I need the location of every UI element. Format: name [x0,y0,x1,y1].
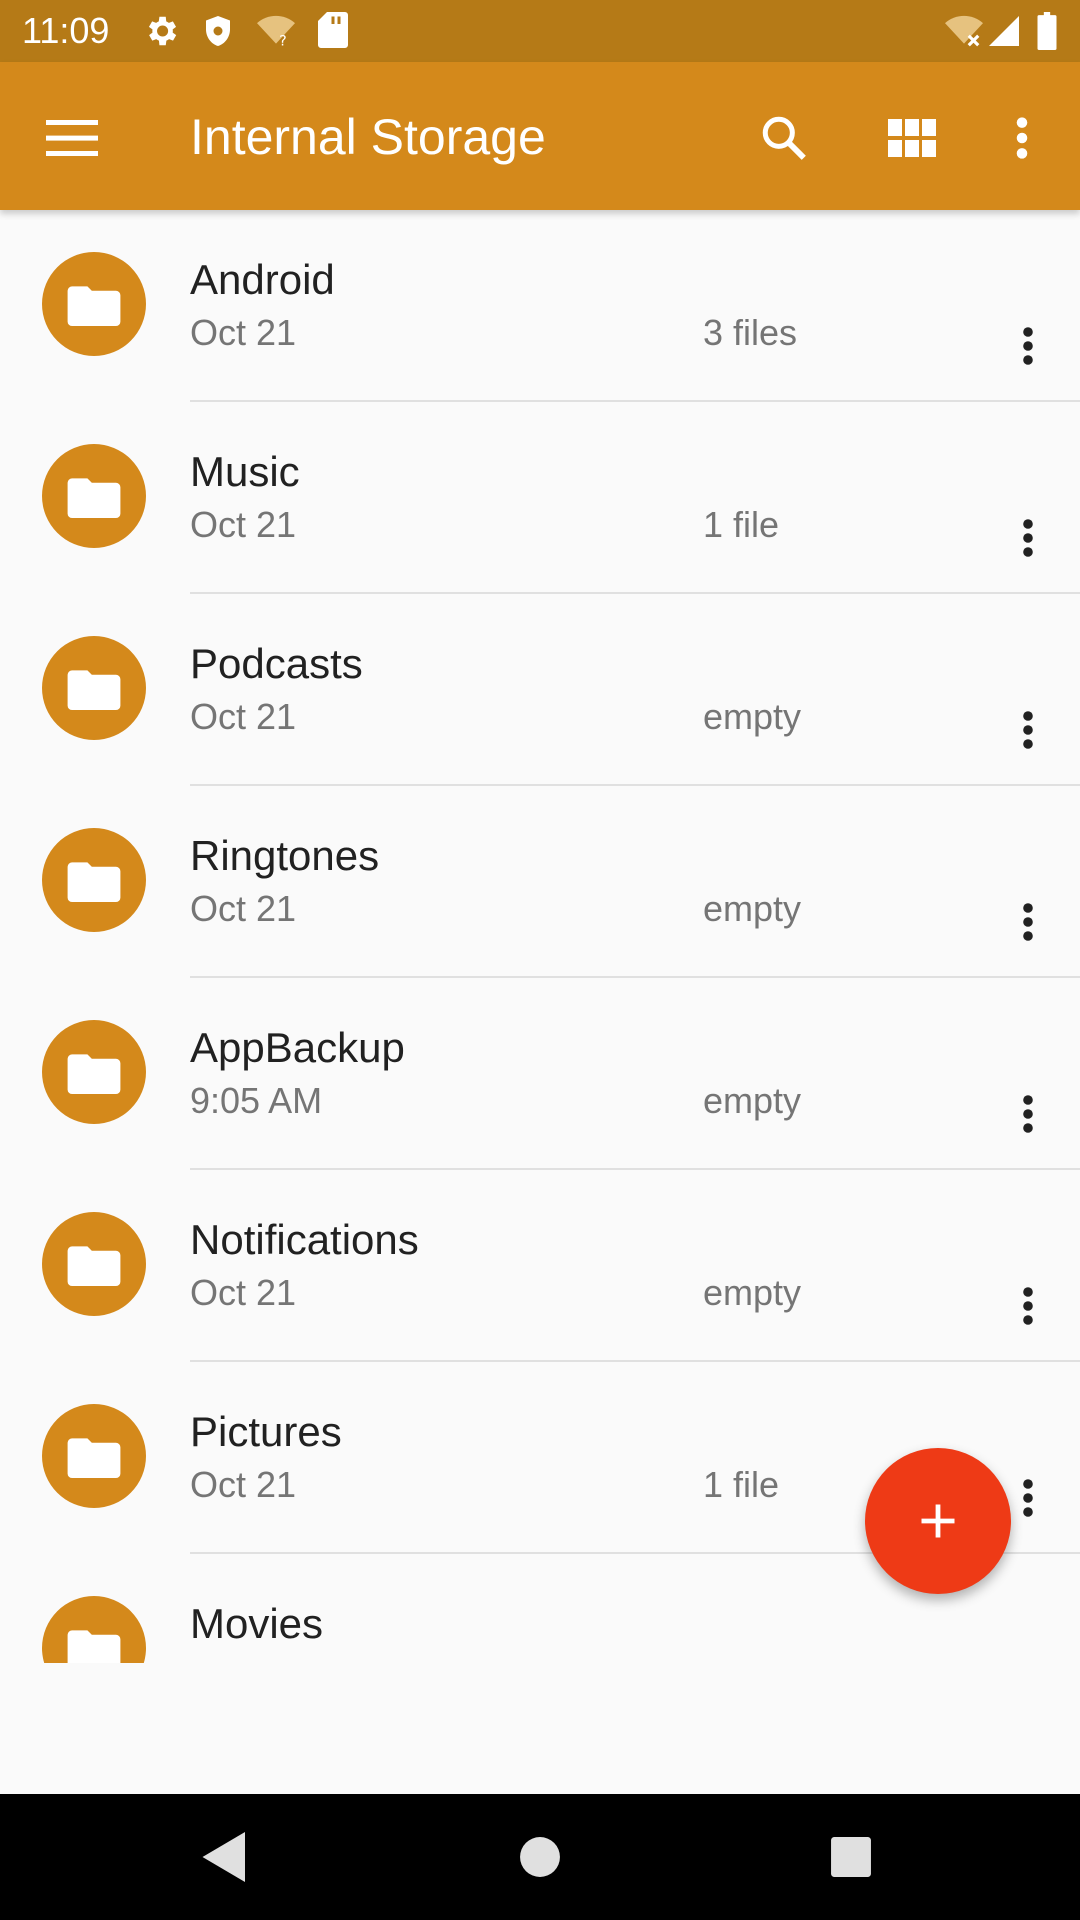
settings-icon [142,12,180,55]
folder-name: Podcasts [190,640,363,687]
plus-icon [921,1504,955,1538]
folder-date: Oct 21 [190,504,297,545]
folder-name: Movies [190,1600,324,1647]
status-time: 11:09 [22,10,110,51]
wifi-question-icon: ? [256,12,296,55]
folder-icon [42,1596,146,1663]
list-item[interactable]: Podcasts Oct 21 empty [0,594,1080,786]
folder-icon [42,1212,146,1316]
more-vert-icon[interactable] [1000,894,1056,950]
back-icon[interactable] [192,1824,258,1890]
folder-name: Ringtones [190,832,380,879]
list-item[interactable]: Ringtones Oct 21 empty [0,786,1080,978]
folder-count: empty [703,696,802,737]
folder-name: Android [190,256,335,303]
list-item[interactable]: Music Oct 21 1 file [0,402,1080,594]
more-vert-icon[interactable] [1000,1278,1056,1334]
folder-count: 1 file [703,504,780,545]
add-fab-button[interactable] [865,1448,1011,1594]
hamburger-menu-icon[interactable] [36,102,108,174]
folder-count: empty [703,1080,802,1121]
more-vert-icon[interactable] [986,102,1058,174]
recents-icon[interactable] [818,1824,884,1890]
folder-count: empty [703,1272,802,1313]
wifi-off-icon [944,12,984,55]
status-bar: 11:09 ? [0,0,1080,62]
navigation-bar [0,1794,1080,1920]
more-vert-icon[interactable] [1000,510,1056,566]
sd-card-icon [318,12,348,53]
folder-icon [42,252,146,356]
list-item[interactable]: Notifications Oct 21 empty [0,1170,1080,1362]
folder-name: Pictures [190,1408,342,1455]
shield-icon [200,12,236,55]
folder-icon [42,444,146,548]
list-item[interactable]: Android Oct 21 3 files [0,210,1080,402]
folder-icon [42,636,146,740]
folder-date: Oct 21 [190,1272,297,1313]
folder-count: 1 file [703,1464,780,1505]
folder-count: 3 files [703,312,798,353]
folder-date: Oct 21 [190,1464,297,1505]
more-vert-icon[interactable] [1000,1086,1056,1142]
folder-date: Oct 21 [190,696,297,737]
home-icon[interactable] [507,1824,573,1890]
folder-icon [42,828,146,932]
grid-view-icon[interactable] [876,102,948,174]
folder-date: Oct 21 [190,312,297,353]
more-vert-icon[interactable] [1000,318,1056,374]
more-vert-icon[interactable] [1000,702,1056,758]
battery-icon [1036,12,1058,55]
list-item[interactable]: AppBackup 9:05 AM empty [0,978,1080,1170]
folder-icon [42,1404,146,1508]
page-title: Internal Storage [190,109,546,165]
signal-icon [986,12,1022,55]
folder-count: empty [703,888,802,929]
svg-text:?: ? [279,33,287,49]
folder-name: AppBackup [190,1024,405,1071]
folder-icon [42,1020,146,1124]
file-list: Android Oct 21 3 files Music Oct 21 1 fi… [0,210,1080,1663]
folder-date: Oct 21 [190,888,297,929]
folder-date: 9:05 AM [190,1080,323,1121]
app-bar: Internal Storage [0,62,1080,210]
search-icon[interactable] [748,102,820,174]
folder-name: Notifications [190,1216,419,1263]
folder-name: Music [190,448,300,495]
